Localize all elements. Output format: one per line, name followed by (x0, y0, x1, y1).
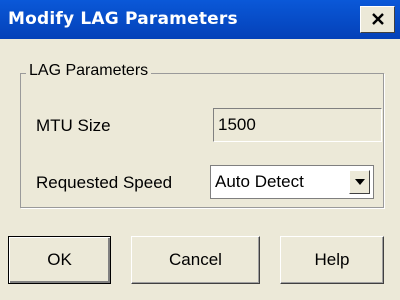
dropdown-button[interactable] (349, 170, 370, 194)
mtu-size-input[interactable] (213, 108, 382, 142)
modify-lag-dialog: Modify LAG Parameters LAG Parameters MTU… (0, 0, 400, 300)
requested-speed-label: Requested Speed (36, 173, 173, 192)
chevron-down-icon (354, 179, 365, 185)
group-legend: LAG Parameters (26, 62, 152, 80)
title-bar[interactable]: Modify LAG Parameters (0, 0, 400, 39)
close-button[interactable] (360, 6, 395, 33)
requested-speed-select[interactable]: Auto Detect (210, 165, 374, 199)
cancel-button[interactable]: Cancel (131, 236, 260, 284)
dialog-title: Modify LAG Parameters (8, 9, 238, 29)
ok-button[interactable]: OK (8, 236, 111, 284)
mtu-size-label: MTU Size (36, 116, 111, 135)
close-icon (371, 13, 384, 25)
help-button[interactable]: Help (280, 236, 384, 284)
requested-speed-value: Auto Detect (215, 172, 304, 191)
